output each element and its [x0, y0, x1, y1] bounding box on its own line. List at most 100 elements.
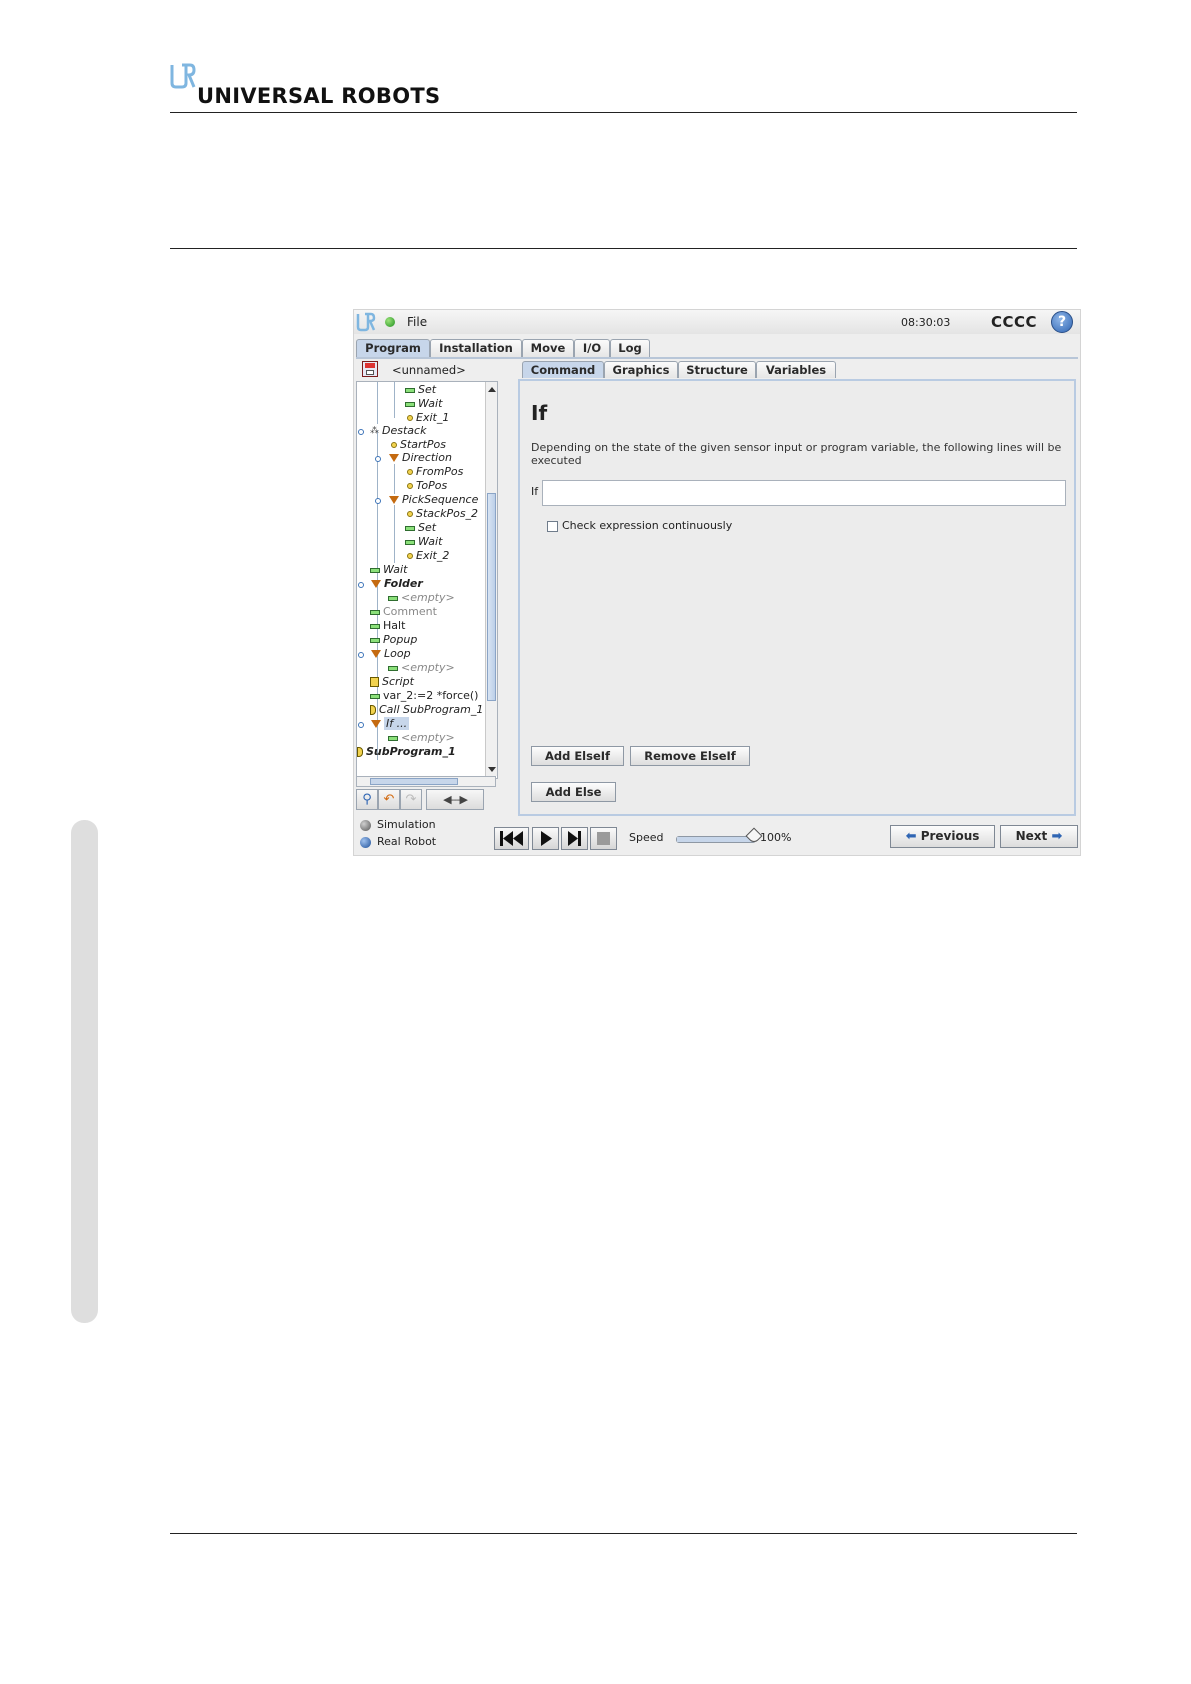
if-expression-input[interactable]	[542, 480, 1066, 506]
expand-toggle[interactable]	[358, 722, 364, 728]
checkbox-label: Check expression continuously	[562, 519, 733, 532]
expand-toggle[interactable]	[375, 456, 381, 462]
check-continuously-checkbox[interactable]	[547, 521, 558, 532]
tree-node-selected[interactable]: If ...	[371, 717, 410, 731]
tree-node[interactable]: var_2:=2 *force()	[370, 689, 478, 703]
mode-real-robot[interactable]: Real Robot	[360, 835, 436, 848]
ur-logo-icon	[170, 63, 196, 89]
expand-toggle[interactable]	[358, 582, 364, 588]
tree-node[interactable]: Exit_1	[407, 411, 449, 425]
help-icon[interactable]: ?	[1051, 311, 1073, 333]
tree-node[interactable]: Script	[370, 675, 414, 689]
tab-program[interactable]: Program	[356, 339, 430, 357]
assignment-icon	[370, 693, 380, 699]
popup-icon	[370, 637, 380, 643]
tab-variables[interactable]: Variables	[756, 361, 836, 378]
waypoint-icon	[391, 442, 397, 448]
play-button[interactable]	[532, 827, 559, 850]
save-icon[interactable]	[362, 361, 378, 377]
status-led-icon	[385, 317, 395, 327]
tree-node[interactable]: Comment	[370, 605, 437, 619]
tree-node[interactable]: Call SubProgram_1	[370, 703, 483, 717]
tree-node[interactable]: Popup	[370, 633, 417, 647]
tab-log[interactable]: Log	[610, 339, 650, 357]
tree-node[interactable]: Set	[405, 521, 436, 535]
tree-node[interactable]: Halt	[370, 619, 405, 633]
tree-node[interactable]: Wait	[405, 397, 442, 411]
search-icon[interactable]: ⚲	[356, 789, 378, 810]
tree-node[interactable]: Folder	[371, 577, 423, 591]
real-robot-icon	[360, 836, 371, 848]
mode-simulation[interactable]: Simulation	[360, 818, 436, 831]
tree-node[interactable]: SubProgram_1	[357, 745, 456, 759]
panel-title: If	[531, 401, 548, 425]
tree-horizontal-scrollbar[interactable]	[356, 776, 496, 787]
tab-move[interactable]: Move	[522, 339, 574, 357]
tree-node[interactable]: PickSequence	[389, 493, 478, 507]
tree-node[interactable]: Direction	[389, 451, 452, 465]
if-label: If	[531, 485, 539, 498]
scroll-down-icon[interactable]	[488, 767, 496, 772]
expand-toggle[interactable]	[358, 429, 364, 435]
program-name: <unnamed>	[392, 363, 466, 377]
header-rule	[170, 112, 1077, 113]
tree-node[interactable]: ⁂ Destack	[370, 424, 426, 438]
comment-icon	[370, 609, 380, 615]
scroll-up-icon[interactable]	[488, 387, 496, 392]
step-icon	[568, 831, 581, 846]
tab-io[interactable]: I/O	[574, 339, 610, 357]
scroll-thumb[interactable]	[370, 778, 458, 785]
panel-description: Depending on the state of the given sens…	[531, 441, 1062, 467]
tree-node[interactable]: Set	[405, 383, 436, 397]
expand-toggle[interactable]	[375, 498, 381, 504]
tree-vertical-scrollbar[interactable]	[485, 382, 497, 776]
folder-icon	[389, 454, 399, 462]
scroll-thumb[interactable]	[487, 493, 496, 701]
stop-button[interactable]	[590, 827, 617, 850]
tree-node[interactable]: Exit_2	[407, 549, 449, 563]
undo-icon[interactable]: ↶	[378, 789, 400, 810]
tab-installation[interactable]: Installation	[430, 339, 522, 357]
tab-underline	[356, 357, 1078, 359]
tree-node[interactable]: ToPos	[407, 479, 447, 493]
set-icon	[405, 387, 415, 393]
tree-node[interactable]: StartPos	[391, 438, 446, 452]
next-button[interactable]: Next ➡	[1000, 825, 1078, 848]
empty-icon	[388, 595, 398, 601]
tree-node[interactable]: <empty>	[388, 661, 455, 675]
arrow-left-icon: ⬅	[905, 829, 917, 844]
move-node-control[interactable]: ◀---▶	[426, 789, 484, 810]
tab-command[interactable]: Command	[522, 361, 604, 378]
previous-button[interactable]: ⬅ Previous	[890, 825, 995, 848]
speed-slider[interactable]	[676, 836, 756, 843]
footer-rule	[170, 1533, 1077, 1534]
command-panel: If Depending on the state of the given s…	[518, 379, 1076, 816]
add-elseif-button[interactable]: Add ElseIf	[531, 746, 624, 766]
brand-name: UNIVERSAL ROBOTS	[197, 84, 441, 108]
tree-node[interactable]: FromPos	[407, 465, 463, 479]
remove-elseif-button[interactable]: Remove ElseIf	[630, 746, 750, 766]
add-else-button[interactable]: Add Else	[531, 782, 616, 802]
folder-icon	[371, 580, 381, 588]
waypoint-icon	[407, 469, 413, 475]
if-icon	[371, 720, 381, 728]
program-tree[interactable]: Set Wait Exit_1 ⁂ Destack StartPos Direct…	[356, 381, 498, 779]
speed-value: 100%	[760, 831, 792, 844]
side-thumb-tab	[71, 820, 98, 1323]
tree-node[interactable]: <empty>	[388, 731, 455, 745]
tab-structure[interactable]: Structure	[678, 361, 756, 378]
wait-icon	[405, 539, 415, 545]
rewind-button[interactable]	[494, 827, 529, 850]
tree-node[interactable]: <empty>	[388, 591, 455, 605]
expand-toggle[interactable]	[358, 652, 364, 658]
step-button[interactable]	[561, 827, 588, 850]
tree-node[interactable]: Wait	[405, 535, 442, 549]
file-menu[interactable]: File	[407, 315, 427, 329]
tree-node[interactable]: StackPos_2	[407, 507, 478, 521]
redo-icon[interactable]: ↷	[400, 789, 422, 810]
tree-node[interactable]: Loop	[371, 647, 411, 661]
tab-graphics[interactable]: Graphics	[604, 361, 678, 378]
tree-node[interactable]: Wait	[370, 563, 407, 577]
halt-icon	[370, 623, 380, 629]
subprogram-icon	[357, 747, 363, 757]
